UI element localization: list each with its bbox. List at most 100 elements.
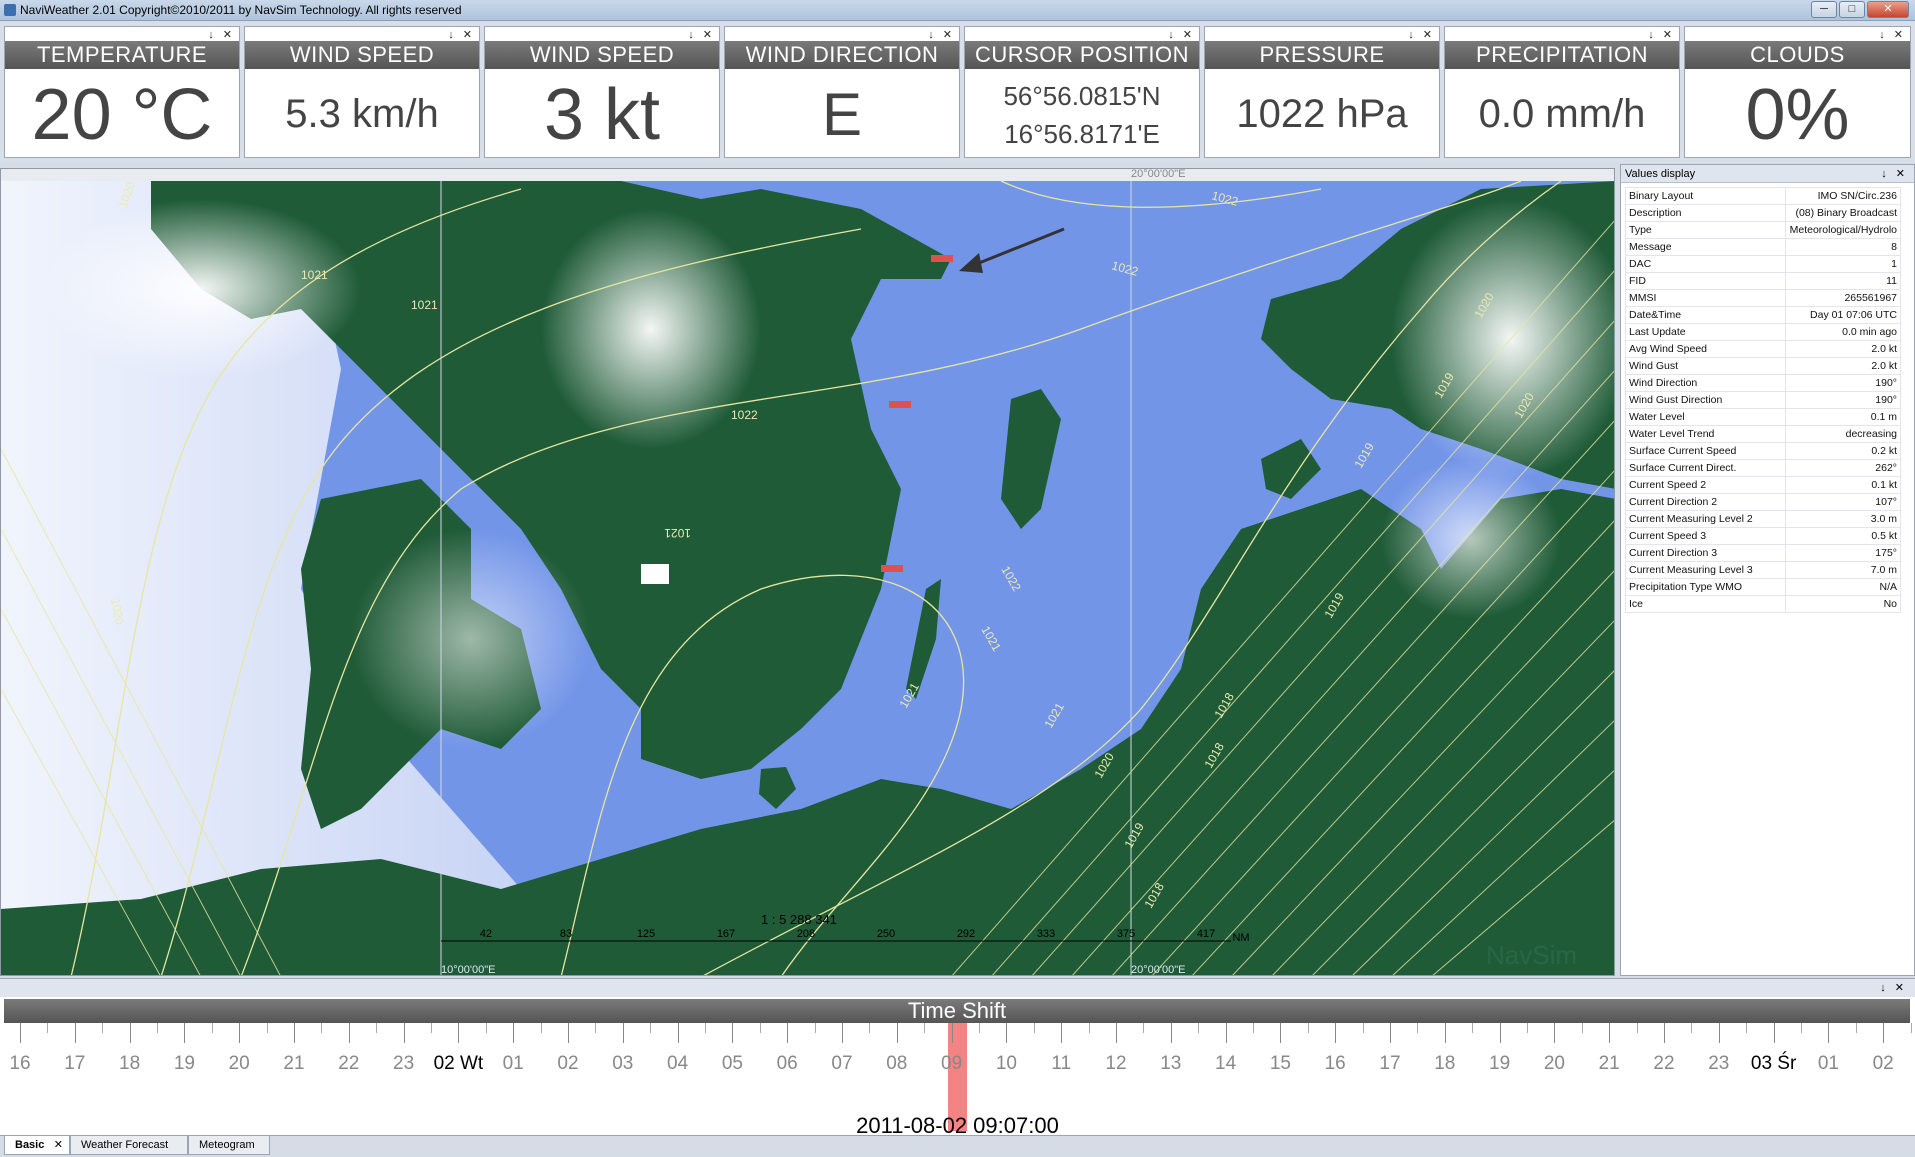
time-shift-topbar: ↓ ✕ xyxy=(0,979,1915,997)
isobar-label: 1021 xyxy=(664,526,691,540)
pin-close-icon[interactable]: ↓ ✕ xyxy=(208,28,235,41)
hour-label[interactable]: 14 xyxy=(1196,1053,1256,1075)
values-key: Ice xyxy=(1625,595,1786,613)
values-key: Avg Wind Speed xyxy=(1625,340,1786,358)
maximize-button[interactable]: □ xyxy=(1839,1,1865,18)
values-row: Date&Time Day 01 07:06 UTC xyxy=(1625,306,1901,324)
values-value: 3.0 m xyxy=(1785,510,1901,528)
pin-close-icon[interactable]: ↓ ✕ xyxy=(1168,28,1195,41)
hour-label[interactable]: 12 xyxy=(1086,1053,1146,1075)
values-row: Current Measuring Level 3 7.0 m xyxy=(1625,561,1901,579)
values-row: Wind Gust Direction 190° xyxy=(1625,391,1901,409)
values-key: Current Speed 3 xyxy=(1625,527,1786,545)
gauge-label: WIND SPEED xyxy=(485,41,719,69)
hour-tick xyxy=(568,1023,569,1043)
half-hour-tick xyxy=(266,1023,268,1033)
hour-label[interactable]: 05 xyxy=(702,1053,762,1075)
hour-tick xyxy=(677,1023,679,1043)
isobar-label: 1022 xyxy=(731,408,758,422)
half-hour-tick xyxy=(814,1023,816,1033)
hour-label[interactable]: 08 xyxy=(867,1053,927,1075)
half-hour-tick xyxy=(1910,1023,1912,1033)
hour-label[interactable]: 03 xyxy=(593,1053,653,1075)
title-bar: NaviWeather 2.01 Copyright©2010/2011 by … xyxy=(0,0,1915,21)
hour-label[interactable]: 20 xyxy=(209,1053,269,1075)
hour-label[interactable]: 17 xyxy=(1360,1053,1420,1075)
pin-close-icon[interactable]: ↓ ✕ xyxy=(1648,28,1675,41)
hour-label[interactable]: 20 xyxy=(1524,1053,1584,1075)
time-shift-title: Time Shift xyxy=(4,999,1910,1023)
hour-tick xyxy=(1499,1023,1501,1043)
hour-label[interactable]: 04 xyxy=(648,1053,708,1075)
time-scale[interactable]: 2011-08-02 09:07:00 16 17 18 19 20 21 22 23 02 W… xyxy=(0,1023,1915,1138)
hour-label[interactable]: 07 xyxy=(812,1053,872,1075)
values-key: MMSI xyxy=(1625,289,1786,307)
hour-label[interactable]: 22 xyxy=(1634,1053,1694,1075)
half-hour-tick xyxy=(705,1023,706,1033)
tab-basic[interactable]: Basic ✕ xyxy=(4,1136,70,1155)
hour-tick xyxy=(622,1023,624,1043)
minimize-button[interactable]: ─ xyxy=(1811,1,1837,18)
ais-station-marker[interactable] xyxy=(641,564,669,584)
longitude-value: 16°56.8171'E xyxy=(1004,119,1160,149)
cloud-patch xyxy=(541,209,761,449)
hour-label[interactable]: 15 xyxy=(1250,1053,1310,1075)
hour-label[interactable]: 22 xyxy=(319,1053,379,1075)
cloud-patch xyxy=(41,199,361,379)
hour-label[interactable]: 18 xyxy=(100,1053,160,1075)
hour-label[interactable]: 13 xyxy=(1141,1053,1201,1075)
hour-label[interactable]: 06 xyxy=(757,1053,817,1075)
tab-meteogram[interactable]: Meteogram xyxy=(188,1136,270,1155)
map-canvas[interactable]: 1020 1021 1021 1022 1022 1022 1021 1022 … xyxy=(1,169,1615,976)
hour-label[interactable]: 18 xyxy=(1415,1053,1475,1075)
pin-close-icon[interactable]: ↓ ✕ xyxy=(928,28,955,41)
hour-label[interactable]: 01 xyxy=(483,1053,543,1075)
values-row: Current Measuring Level 2 3.0 m xyxy=(1625,510,1901,528)
close-tab-icon[interactable]: ✕ xyxy=(54,1136,63,1154)
pin-close-icon[interactable]: ↓ ✕ xyxy=(1408,28,1435,41)
hour-label[interactable]: 02 Wt xyxy=(428,1053,488,1075)
hour-label[interactable]: 23 xyxy=(374,1053,434,1075)
close-button[interactable]: ✕ xyxy=(1867,1,1909,18)
tab-weather-forecast[interactable]: Weather Forecast xyxy=(70,1136,188,1155)
pin-close-icon[interactable]: ↓ ✕ xyxy=(1880,981,1907,994)
hour-label[interactable]: 19 xyxy=(1470,1053,1530,1075)
half-hour-tick xyxy=(1746,1023,1748,1033)
values-key: DAC xyxy=(1625,255,1786,273)
hour-label[interactable]: 02 xyxy=(1853,1053,1913,1075)
pin-close-icon[interactable]: ↓ ✕ xyxy=(1881,165,1908,183)
ais-station-marker[interactable] xyxy=(931,255,953,262)
ais-station-marker[interactable] xyxy=(881,565,903,572)
meridian-label: 10°00'00"E xyxy=(441,964,495,976)
values-key: Current Measuring Level 2 xyxy=(1625,510,1786,528)
weather-map[interactable]: 1020 1021 1021 1022 1022 1022 1021 1022 … xyxy=(0,168,1615,976)
hour-label[interactable]: 11 xyxy=(1031,1053,1091,1075)
half-hour-tick xyxy=(1581,1023,1583,1033)
hour-label[interactable]: 19 xyxy=(154,1053,214,1075)
gauge-label: PRECIPITATION xyxy=(1445,41,1679,69)
pin-close-icon[interactable]: ↓ ✕ xyxy=(1879,28,1906,41)
values-panel-title: Values display xyxy=(1625,168,1696,180)
ais-station-marker[interactable] xyxy=(889,401,911,408)
values-value: 7.0 m xyxy=(1785,561,1901,579)
hour-label[interactable]: 10 xyxy=(976,1053,1036,1075)
hour-label[interactable]: 09 xyxy=(922,1053,982,1075)
hour-label[interactable]: 17 xyxy=(45,1053,105,1075)
hour-tick xyxy=(1883,1023,1885,1043)
view-tabs: Basic ✕ Weather Forecast Meteogram xyxy=(0,1135,1915,1157)
hour-label[interactable]: 01 xyxy=(1798,1053,1858,1075)
hour-label[interactable]: 21 xyxy=(264,1053,324,1075)
values-value: Meteorological/Hydrolo xyxy=(1785,221,1901,239)
values-row: MMSI 265561967 xyxy=(1625,289,1901,307)
hour-label[interactable]: 16 xyxy=(1305,1053,1365,1075)
hour-label[interactable]: 23 xyxy=(1689,1053,1749,1075)
hour-tick xyxy=(20,1023,21,1043)
hour-label[interactable]: 03 Śr xyxy=(1744,1053,1804,1075)
pressure-gauge: ↓ ✕ PRESSURE 1022 hPa xyxy=(1204,26,1440,158)
pin-close-icon[interactable]: ↓ ✕ xyxy=(448,28,475,41)
pin-close-icon[interactable]: ↓ ✕ xyxy=(688,28,715,41)
hour-label[interactable]: 16 xyxy=(0,1053,50,1075)
hour-label[interactable]: 02 xyxy=(538,1053,598,1075)
hour-label[interactable]: 21 xyxy=(1579,1053,1639,1075)
cloud-patch xyxy=(1381,459,1561,619)
